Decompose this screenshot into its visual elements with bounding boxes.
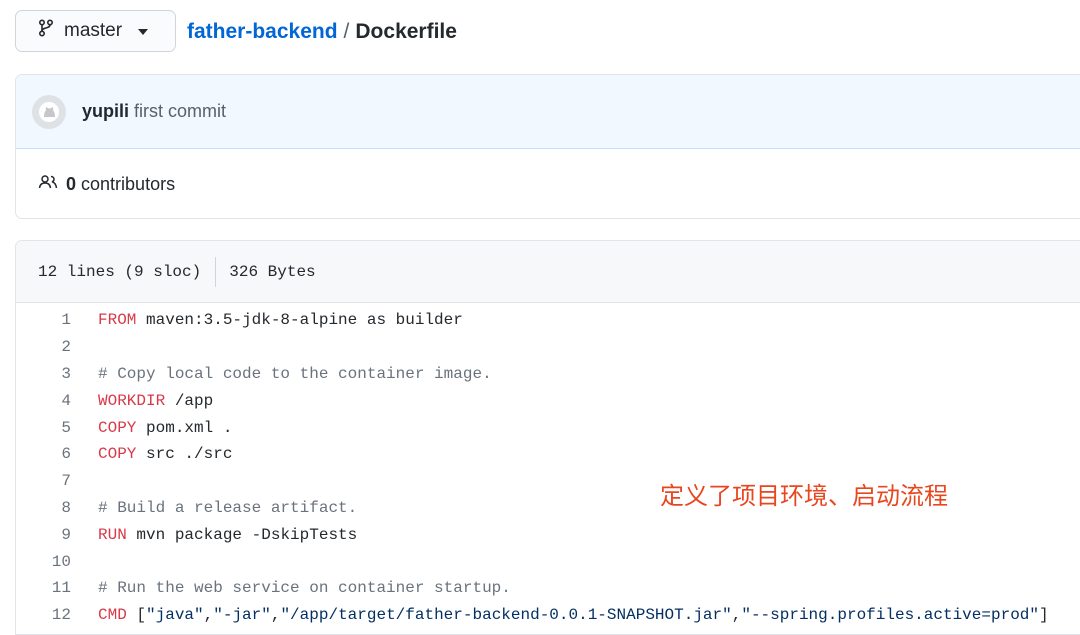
contributors-count: 0 <box>66 173 77 194</box>
code-punct: ] <box>1039 606 1049 625</box>
code-text: WORKDIR /app <box>98 392 213 410</box>
code-body: 1 FROM maven:3.5-jdk-8-alpine as builder 2… <box>16 303 1080 629</box>
file-name: Dockerfile <box>355 20 457 43</box>
code-line: 11 # Run the web service on container sta… <box>16 575 1080 602</box>
code-line: 12 CMD ["java","-jar","/app/target/father… <box>16 602 1080 629</box>
file-viewer: 12 lines (9 sloc) 326 Bytes 1 FROM maven:… <box>15 240 1080 635</box>
git-branch-icon <box>38 19 54 43</box>
code-keyword: COPY <box>98 445 137 464</box>
breadcrumb-separator: / <box>343 20 350 43</box>
code-keyword: COPY <box>98 418 137 437</box>
file-info-bar: 12 lines (9 sloc) 326 Bytes <box>16 241 1080 303</box>
code-text: COPY pom.xml . <box>98 419 232 437</box>
line-number[interactable]: 8 <box>16 499 71 517</box>
code-string: "java" <box>146 606 204 625</box>
code-text: RUN mvn package -DskipTests <box>98 526 357 544</box>
code-keyword: RUN <box>98 525 127 544</box>
code-text: FROM maven:3.5-jdk-8-alpine as builder <box>98 311 463 329</box>
code-comment: # Copy local code to the container image… <box>98 364 492 383</box>
line-number[interactable]: 11 <box>16 579 71 597</box>
file-size: 326 Bytes <box>229 262 316 281</box>
code-string: "--spring.profiles.active=prod" <box>741 606 1039 625</box>
contributors-label: contributors <box>81 173 176 194</box>
code-string: "/app/target/father-backend-0.0.1-SNAPSH… <box>280 606 732 625</box>
branch-select-button[interactable]: master <box>15 10 176 52</box>
commit-author[interactable]: yupili <box>82 101 129 121</box>
code-punct: , <box>270 606 281 625</box>
code-string: "-jar" <box>213 606 271 625</box>
code-punct: [ <box>126 606 147 625</box>
line-number[interactable]: 1 <box>16 311 71 329</box>
code-comment: # Build a release artifact. <box>98 498 358 517</box>
line-number[interactable]: 6 <box>16 445 71 463</box>
code-text: COPY src ./src <box>98 445 232 463</box>
line-number[interactable]: 3 <box>16 365 71 383</box>
github-avatar-icon <box>39 101 59 122</box>
code-line: 3 # Copy local code to the container imag… <box>16 361 1080 388</box>
code-line: 6 COPY src ./src <box>16 441 1080 468</box>
line-number[interactable]: 10 <box>16 553 71 571</box>
code-keyword: FROM <box>98 311 137 330</box>
commit-box: yupili first commit 0 contributors <box>15 74 1080 219</box>
branch-name: master <box>64 20 123 41</box>
code-text: # Run the web service on container start… <box>98 579 511 597</box>
code-line: 5 COPY pom.xml . <box>16 414 1080 441</box>
avatar[interactable] <box>32 94 66 129</box>
line-number[interactable]: 9 <box>16 526 71 544</box>
code-line: 9 RUN mvn package -DskipTests <box>16 521 1080 548</box>
latest-commit: yupili first commit <box>16 75 1080 149</box>
code-line: 10 <box>16 548 1080 575</box>
code-line: 2 <box>16 334 1080 361</box>
repo-link[interactable]: father-backend <box>187 20 338 43</box>
code-plain: pom.xml . <box>136 418 233 437</box>
code-plain: maven:3.5-jdk-8-alpine as builder <box>136 311 463 330</box>
code-text: CMD ["java","-jar","/app/target/father-b… <box>98 606 1049 624</box>
divider <box>215 256 217 287</box>
code-line: 4 WORKDIR /app <box>16 387 1080 414</box>
line-number[interactable]: 12 <box>16 606 71 624</box>
chevron-down-icon <box>138 29 149 35</box>
code-line: 1 FROM maven:3.5-jdk-8-alpine as builder <box>16 307 1080 334</box>
code-comment: # Run the web service on container start… <box>98 579 511 598</box>
code-plain: /app <box>165 391 214 410</box>
code-keyword: CMD <box>98 606 127 625</box>
breadcrumb: father-backend / Dockerfile <box>187 19 457 45</box>
line-number[interactable]: 7 <box>16 472 71 490</box>
code-keyword: WORKDIR <box>98 391 166 410</box>
contributors-row[interactable]: 0 contributors <box>16 149 1080 218</box>
line-count: 12 lines (9 sloc) <box>38 262 202 281</box>
code-punct: , <box>731 606 742 625</box>
line-number[interactable]: 5 <box>16 419 71 437</box>
people-icon <box>38 174 60 195</box>
code-text: # Copy local code to the container image… <box>98 365 492 383</box>
code-text: # Build a release artifact. <box>98 499 357 517</box>
line-number[interactable]: 4 <box>16 392 71 410</box>
code-plain: src ./src <box>136 445 233 464</box>
annotation-note: 定义了项目环境、启动流程 <box>660 482 948 510</box>
code-punct: , <box>203 606 214 625</box>
commit-message[interactable]: first commit <box>134 101 226 121</box>
code-plain: mvn package -DskipTests <box>126 525 358 544</box>
line-number[interactable]: 2 <box>16 338 71 356</box>
